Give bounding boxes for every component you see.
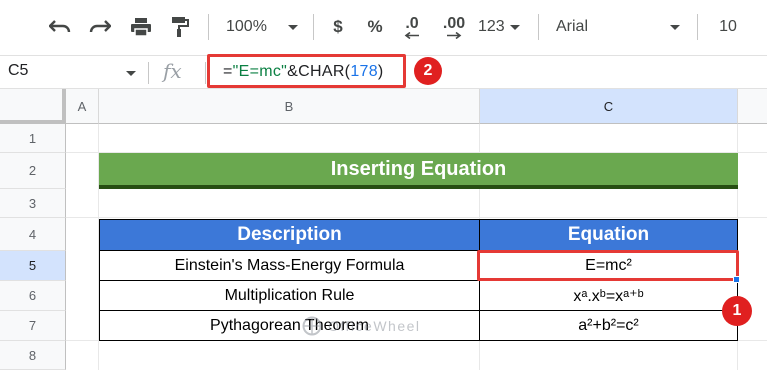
row-header-6[interactable]: 6 — [0, 281, 66, 311]
zoom-select[interactable]: 100% — [222, 14, 304, 40]
formula-bar-divider — [148, 62, 149, 84]
increase-decimals-label: .00 — [442, 14, 466, 32]
name-box[interactable]: C5 — [8, 62, 28, 80]
watermark-text: OfficeWheel — [328, 318, 421, 334]
number-format-label: 123 — [478, 18, 505, 35]
chevron-down-icon — [510, 25, 520, 30]
paint-format-button[interactable] — [167, 14, 193, 40]
undo-icon — [49, 20, 71, 33]
row-header-7[interactable]: 7 — [0, 311, 66, 341]
column-header-b[interactable]: B — [99, 89, 480, 124]
increase-decimals-button[interactable]: .00 — [437, 12, 471, 42]
gridline — [66, 217, 767, 218]
print-icon — [131, 18, 151, 37]
percent-label: % — [367, 17, 383, 36]
number-format-select[interactable]: 123 — [478, 14, 526, 40]
row-header-3[interactable]: 3 — [0, 189, 66, 218]
header-equation[interactable]: Equation — [480, 219, 738, 251]
row-header-8[interactable]: 8 — [0, 341, 66, 370]
table-cell-equation[interactable]: a²+b²=c² — [480, 311, 738, 341]
arrow-left-icon — [404, 31, 419, 39]
column-header-d[interactable] — [738, 89, 767, 124]
toolbar-divider — [208, 14, 209, 40]
header-description[interactable]: Description — [99, 219, 480, 251]
paint-format-icon — [172, 17, 189, 37]
formula-bar-divider — [205, 62, 206, 84]
selected-cell-highlight — [477, 250, 739, 281]
fill-handle[interactable] — [733, 276, 740, 283]
currency-label: $ — [333, 17, 343, 36]
toolbar: 100% $ % .0 .00 123 Arial 10 — [0, 0, 767, 55]
annotation-badge-1: 1 — [722, 296, 752, 326]
undo-button[interactable] — [46, 15, 74, 39]
font-family-select[interactable]: Arial — [552, 14, 686, 40]
font-size-input[interactable]: 10 — [708, 14, 748, 40]
decrease-decimals-button[interactable]: .0 — [397, 12, 427, 42]
row-header-5[interactable]: 5 — [0, 251, 66, 281]
chevron-down-icon[interactable] — [126, 71, 136, 76]
arrow-right-icon — [447, 31, 462, 39]
sheet-title[interactable]: Inserting Equation — [99, 153, 738, 189]
print-button[interactable] — [127, 14, 155, 40]
watermark-logo-icon — [302, 316, 322, 336]
chevron-down-icon — [288, 25, 298, 30]
column-header-c[interactable]: C — [480, 89, 738, 124]
formula-highlight — [207, 54, 406, 88]
row-header-1[interactable]: 1 — [0, 124, 66, 153]
font-size-value: 10 — [719, 18, 737, 35]
toolbar-divider — [313, 14, 314, 40]
table-cell-description[interactable]: Einstein's Mass-Energy Formula — [99, 251, 480, 281]
annotation-badge-2: 2 — [414, 57, 442, 85]
percent-format-button[interactable]: % — [364, 14, 386, 40]
fx-icon: fx — [163, 59, 182, 83]
decrease-decimals-label: .0 — [405, 14, 419, 32]
column-header-a[interactable]: A — [66, 89, 99, 124]
redo-button[interactable] — [86, 15, 114, 39]
table-cell-description[interactable]: Multiplication Rule — [99, 281, 480, 311]
select-all-corner[interactable] — [0, 89, 66, 124]
font-family-value: Arial — [556, 18, 589, 35]
currency-format-button[interactable]: $ — [327, 14, 349, 40]
table-cell-description[interactable]: Pythagorean Theorem — [99, 311, 480, 341]
row-header-4[interactable]: 4 — [0, 218, 66, 251]
zoom-value: 100% — [226, 18, 267, 35]
redo-icon — [89, 20, 111, 33]
chevron-down-icon — [670, 25, 680, 30]
toolbar-divider — [697, 14, 698, 40]
watermark: OfficeWheel — [302, 316, 421, 336]
table-cell-equation[interactable]: xᵃ.xᵇ=xᵃ⁺ᵇ — [480, 281, 738, 311]
row-header-2[interactable]: 2 — [0, 153, 66, 189]
toolbar-divider — [538, 14, 539, 40]
